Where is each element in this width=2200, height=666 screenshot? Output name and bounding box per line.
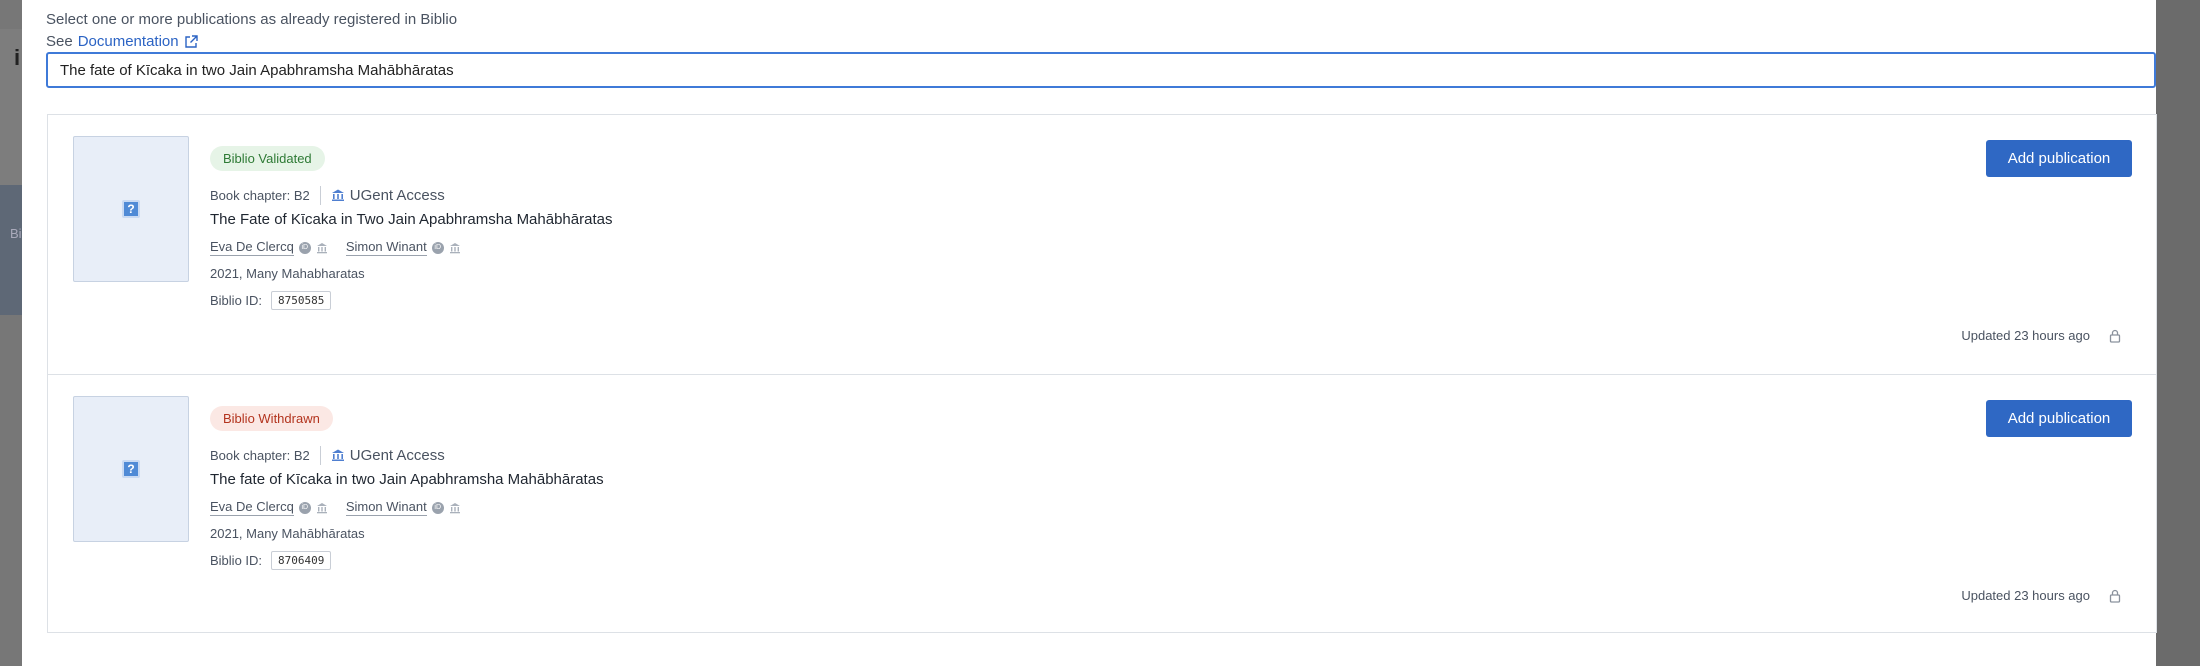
documentation-line: See Documentation [46,31,198,52]
biblio-id-label: Biblio ID: [210,293,263,308]
author-name[interactable]: Eva De Clercq [210,499,294,516]
author-name[interactable]: Simon Winant [345,239,427,256]
publication-thumbnail: ? [73,136,189,282]
access-level: UGent Access [349,186,445,204]
orcid-icon: iD [431,241,444,254]
updated-text: Updated 23 hours ago [1961,328,2090,343]
access-level: UGent Access [349,446,445,464]
documentation-link[interactable]: Documentation [78,31,179,52]
institution-icon [316,242,327,253]
publication-meta: Book chapter: B2 UGent Access [210,185,445,205]
publication-card: ? Biblio Withdrawn Book chapter: B2 UGen… [48,374,2156,633]
biblio-id-line: Biblio ID: 8750585 [210,291,332,310]
add-publication-button[interactable]: Add publication [1986,140,2132,177]
publication-type: Book chapter: B2 [210,187,310,203]
publication-meta: Book chapter: B2 UGent Access [210,445,445,465]
author: Eva De Clercq iD [210,499,328,516]
external-link-icon[interactable] [184,34,198,49]
publication-card: ? Biblio Validated Book chapter: B2 UGen… [48,115,2156,374]
background-app: i Bi [0,0,22,666]
biblio-id-value: 8706409 [271,551,332,570]
author: Simon Winant iD [345,239,461,256]
publication-thumbnail: ? [73,396,189,542]
year-source: 2021, Many Mahabharatas [210,266,365,281]
year-source: 2021, Many Mahābhāratas [210,526,365,541]
results-list: ? Biblio Validated Book chapter: B2 UGen… [47,114,2157,633]
author-list: Eva De Clercq iD Simon Winant iD [210,499,479,516]
add-publication-button[interactable]: Add publication [1986,400,2132,437]
updated-text: Updated 23 hours ago [1961,588,2090,603]
lock-icon [2109,589,2121,603]
background-logo: i [14,45,21,70]
bank-icon [331,189,344,201]
divider [319,445,321,465]
biblio-id-line: Biblio ID: 8706409 [210,551,332,570]
author-list: Eva De Clercq iD Simon Winant iD [210,239,479,256]
updated-info: Updated 23 hours ago [1961,588,2122,603]
orcid-icon: iD [298,241,311,254]
intro-text: Select one or more publications as alrea… [46,11,458,28]
status-badge: Biblio Withdrawn [210,406,333,431]
biblio-id-value: 8750585 [271,291,332,310]
institution-icon [449,502,460,513]
divider [319,185,321,205]
publication-title: The fate of Kīcaka in two Jain Apabhrams… [210,471,604,488]
question-icon: ? [122,460,140,478]
background-label: Bi [10,226,22,241]
updated-info: Updated 23 hours ago [1961,328,2122,343]
author: Eva De Clercq iD [210,239,328,256]
see-label: See [46,33,73,50]
author-name[interactable]: Eva De Clercq [210,239,294,256]
publication-type: Book chapter: B2 [210,447,310,463]
publication-title: The Fate of Kīcaka in Two Jain Apabhrams… [210,211,613,228]
author: Simon Winant iD [345,499,461,516]
institution-icon [449,242,460,253]
bank-icon [331,449,344,461]
orcid-icon: iD [298,501,311,514]
lock-icon [2109,329,2121,343]
question-icon: ? [122,200,140,218]
background-sidebar [0,185,22,315]
author-name[interactable]: Simon Winant [345,499,427,516]
add-publication-modal: Select one or more publications as alrea… [22,0,2157,666]
background-overlay [2156,0,2200,666]
search-input[interactable] [46,52,2156,88]
orcid-icon: iD [431,501,444,514]
biblio-id-label: Biblio ID: [210,553,263,568]
status-badge: Biblio Validated [210,146,325,171]
institution-icon [316,502,327,513]
